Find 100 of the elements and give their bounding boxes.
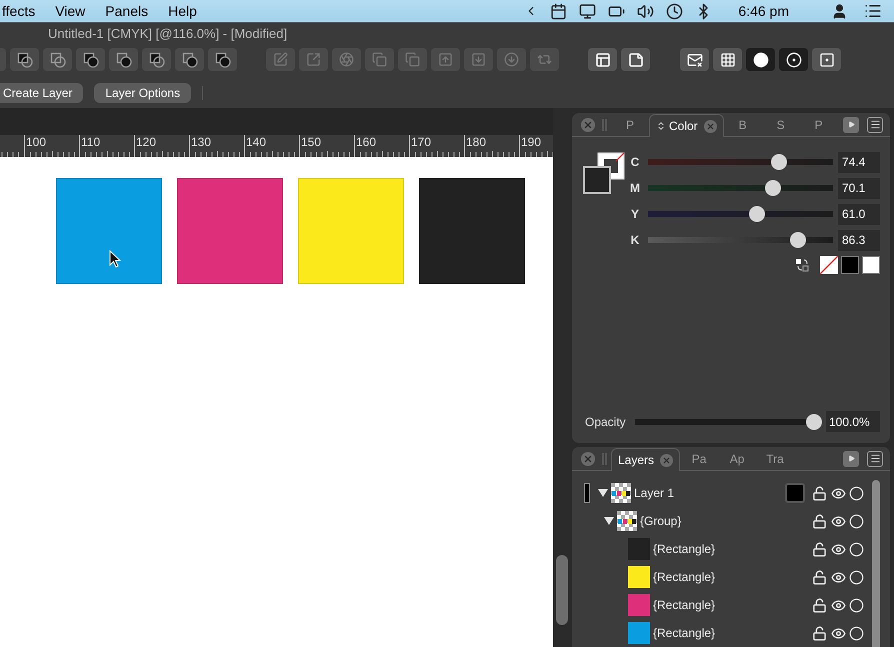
view-toggle[interactable] [680,48,709,71]
menu-item[interactable]: Panels [105,0,148,22]
disclosure-triangle-icon[interactable] [598,488,608,498]
color-swatch[interactable] [862,256,880,274]
unlock-icon[interactable] [812,570,827,584]
copy-icon [372,52,387,67]
panel-tab[interactable]: Pa [680,448,718,470]
layer-row[interactable]: {Rectangle} [572,563,872,591]
panel-tab[interactable]: Tra [756,448,794,470]
unlock-icon[interactable] [812,486,827,500]
layer-color-swatch[interactable] [785,483,805,503]
menu-icon[interactable] [867,116,883,132]
circle-icon[interactable] [849,570,864,584]
no-color-swatch[interactable] [820,256,838,274]
opacity-field[interactable]: 100.0% [826,411,880,432]
unlock-icon[interactable] [812,542,827,556]
layer-name: {Group} [640,513,682,530]
layer-row[interactable]: Layer 1 [572,479,872,507]
unlock-icon[interactable] [812,514,827,528]
menu-icon[interactable] [867,450,883,466]
layer-name: {Rectangle} [653,569,716,586]
slider-thumb[interactable] [771,154,788,170]
layer-row[interactable]: {Group} [572,507,872,535]
list-icon[interactable] [864,2,882,20]
close-icon[interactable] [660,454,674,466]
panel-tab[interactable]: Layers [611,448,680,471]
disclosure-triangle-icon[interactable] [604,516,614,526]
grip-icon[interactable] [602,118,607,130]
square-circle-icon [214,52,230,68]
volume-icon[interactable] [637,2,654,20]
slider-thumb[interactable] [764,180,781,196]
arrow-down-square-icon [471,52,486,67]
play-icon[interactable] [843,450,859,466]
slider-label: M [629,180,641,197]
layer-row[interactable]: {Rectangle} [572,591,872,619]
circle-icon[interactable] [849,486,864,500]
menu-item[interactable]: ffects [2,0,36,22]
value-field[interactable]: 86.3 [838,230,880,250]
menu-item[interactable]: Help [168,0,197,22]
panel-tab[interactable]: P [800,114,838,136]
slider-thumb[interactable] [806,414,822,430]
panel-tab[interactable]: Ap [718,448,756,470]
close-icon[interactable] [581,118,595,132]
view-toggle[interactable] [746,48,775,71]
circle-icon[interactable] [849,514,864,528]
panel-tab[interactable]: P [611,114,649,136]
calendar-icon[interactable] [550,2,568,20]
value-field[interactable]: 70.1 [838,178,880,198]
eye-icon[interactable] [831,570,846,584]
pen-square-icon [273,52,288,67]
ruler-label: 190 [520,135,542,149]
clock-icon[interactable] [666,2,684,20]
color-swatch[interactable] [841,256,859,274]
layer-action-button[interactable]: Layer Options [94,83,192,103]
panels-icon [594,52,610,68]
unlock-icon[interactable] [812,626,827,640]
view-toggle[interactable] [779,48,808,71]
eye-icon[interactable] [831,598,846,612]
chevrons-icon [656,121,666,131]
value-field[interactable]: 61.0 [838,204,880,224]
layer-action-button[interactable]: Create Layer [0,83,84,103]
copy-icon [405,52,420,67]
monitor-icon[interactable] [579,2,596,20]
layer-row[interactable]: {Rectangle} [572,535,872,563]
scrollbar-thumb[interactable] [872,480,880,647]
square-circle-icon [148,52,164,68]
panel-tab[interactable]: S [762,114,800,136]
eye-icon[interactable] [831,542,846,556]
eye-icon[interactable] [831,626,846,640]
mouse-pointer-icon [109,250,121,268]
view-toggle[interactable] [812,48,841,71]
circle-icon[interactable] [849,626,864,640]
eye-icon[interactable] [831,486,846,500]
square-circle-icon [82,52,98,68]
eye-icon[interactable] [831,514,846,528]
ruler-label: 110 [80,135,102,149]
panel-tab[interactable]: Color [649,114,724,137]
circle-icon[interactable] [849,542,864,556]
menu-item[interactable]: View [55,0,86,22]
circle-icon[interactable] [849,598,864,612]
fill-stroke-swatch[interactable] [583,152,625,194]
user-icon[interactable] [831,2,848,20]
slider-thumb[interactable] [749,206,766,222]
square-circle-icon [16,52,32,68]
grip-icon[interactable] [602,452,607,464]
slider-thumb[interactable] [790,232,806,248]
opacity-label: Opacity [585,414,627,430]
arrow-square-icon [306,52,321,67]
ruler-ticks-drawing [1,152,21,157]
view-toggle[interactable] [713,48,742,71]
play-icon[interactable] [843,116,859,132]
panel-tab[interactable]: B [724,114,762,136]
scrollbar-thumb[interactable] [556,555,568,625]
close-icon[interactable] [704,120,717,132]
menu-bar-clock[interactable]: 6:46 pm [738,0,789,22]
layer-row[interactable]: {Rectangle} [572,619,872,647]
unlock-icon[interactable] [812,598,827,612]
value-field[interactable]: 74.4 [838,152,880,172]
swap-colors-icon[interactable] [795,258,809,272]
close-icon[interactable] [581,452,595,466]
